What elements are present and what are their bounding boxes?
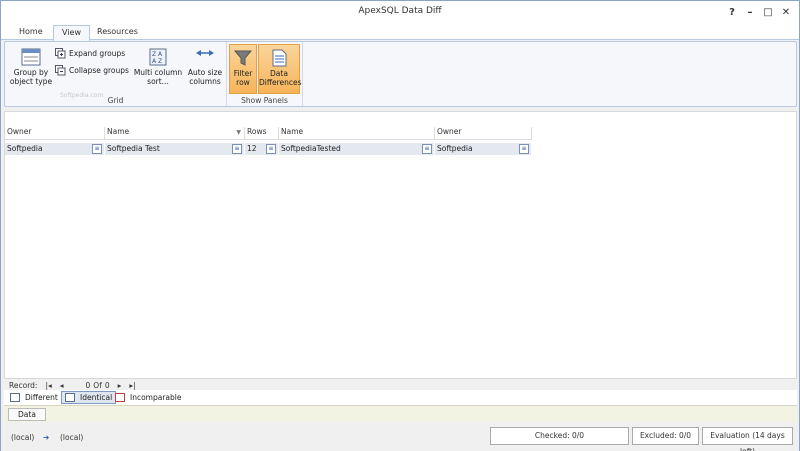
- filter-row-button[interactable]: Filter row: [229, 44, 257, 94]
- collapse-groups-label: Collapse groups: [69, 65, 129, 75]
- record-label: Record:: [9, 380, 38, 390]
- cell-target-name[interactable]: SoftpediaTested ≡: [279, 143, 434, 155]
- filter-tab-different[interactable]: Different: [7, 391, 61, 404]
- data-differences-button[interactable]: Data Differences: [258, 44, 302, 94]
- cell-target-owner[interactable]: Softpedia ≡: [435, 143, 531, 155]
- cell-lookup-icon[interactable]: ≡: [519, 144, 529, 154]
- results-grid: Owner Name ▼ Rows Name Owner Softpedia ≡…: [4, 111, 797, 379]
- first-record-button[interactable]: |◂: [45, 381, 51, 390]
- data-document-icon: [272, 49, 287, 67]
- filter-tab-different-label: Different: [25, 393, 58, 402]
- window-controls: ? – □ ✕: [723, 4, 795, 20]
- multi-column-sort-button[interactable]: Z A A Z Multi column sort...: [133, 44, 183, 94]
- column-header-owner[interactable]: Owner: [5, 127, 105, 139]
- arrow-right-icon: ➔: [43, 433, 50, 442]
- cell-lookup-icon[interactable]: ≡: [232, 144, 242, 154]
- cell-target-name-text: SoftpediaTested: [281, 144, 341, 153]
- tab-view[interactable]: View: [53, 25, 90, 41]
- show-panels-group-label: Show Panels: [241, 96, 288, 105]
- status-bar: (local) ➔ (local) Checked: 0/0 Excluded:…: [1, 423, 799, 451]
- record-total: 0: [104, 380, 110, 390]
- maximize-button[interactable]: □: [759, 4, 777, 20]
- filter-tab-identical-label: Identical: [80, 393, 113, 402]
- auto-size-label: Auto size columns: [187, 68, 223, 86]
- cell-name[interactable]: Softpedia Test ≡: [105, 143, 244, 155]
- group-by-label: Group by object type: [9, 68, 53, 86]
- collapse-groups-button[interactable]: Collapse groups: [55, 63, 129, 77]
- column-header-target-name[interactable]: Name: [279, 127, 435, 139]
- sort-down-icon: ▼: [236, 129, 241, 136]
- ribbon: Group by object type Expand groups Colla…: [4, 41, 797, 107]
- different-icon: [10, 393, 20, 402]
- checked-count: Checked: 0/0: [490, 427, 629, 445]
- cell-lookup-icon[interactable]: ≡: [266, 144, 276, 154]
- identical-icon: [65, 393, 75, 402]
- last-record-button[interactable]: ▸|: [129, 381, 135, 390]
- svg-text:A Z: A Z: [152, 58, 162, 65]
- minimize-button[interactable]: –: [741, 4, 759, 20]
- expand-groups-label: Expand groups: [69, 48, 126, 58]
- filter-row-label: Filter row: [233, 69, 253, 87]
- tab-home[interactable]: Home: [11, 25, 51, 40]
- funnel-icon: [233, 50, 253, 66]
- ribbon-tabs: Home View Resources: [1, 23, 799, 41]
- watermark-text: Softpedia.com: [60, 92, 104, 99]
- group-by-object-type-button[interactable]: Group by object type: [9, 44, 53, 94]
- evaluation-status: Evaluation (14 days left): [702, 427, 793, 451]
- column-header-rows[interactable]: Rows: [245, 127, 279, 139]
- sort-az-icon: Z A A Z: [149, 48, 167, 66]
- expand-groups-button[interactable]: Expand groups: [55, 46, 125, 60]
- data-differences-label: Data Differences: [259, 69, 302, 87]
- filter-tab-incomparable[interactable]: Incomparable: [112, 391, 184, 404]
- record-of-label: Of: [93, 380, 102, 390]
- prev-record-button[interactable]: ◂: [60, 381, 64, 390]
- cell-lookup-icon[interactable]: ≡: [92, 144, 102, 154]
- tab-resources[interactable]: Resources: [89, 25, 146, 40]
- svg-text:Z A: Z A: [152, 51, 163, 58]
- cell-owner-text: Softpedia: [7, 144, 43, 153]
- cell-target-owner-text: Softpedia: [437, 144, 473, 153]
- tab-data[interactable]: Data: [8, 408, 46, 421]
- group-by-icon: [21, 48, 41, 66]
- header-divider: [5, 139, 532, 140]
- cell-owner[interactable]: Softpedia ≡: [5, 143, 104, 155]
- window-title: ApexSQL Data Diff: [358, 6, 442, 16]
- ribbon-group-grid: Group by object type Expand groups Colla…: [5, 42, 227, 106]
- close-button[interactable]: ✕: [777, 4, 795, 20]
- cell-name-text: Softpedia Test: [107, 144, 160, 153]
- auto-size-icon: [196, 50, 214, 56]
- incomparable-icon: [115, 393, 125, 402]
- cell-lookup-icon[interactable]: ≡: [422, 144, 432, 154]
- collapse-icon: [55, 64, 66, 75]
- comparison-filter-tabs: Different Identical Incomparable: [4, 390, 797, 405]
- title-bar: ApexSQL Data Diff ? – □ ✕: [1, 1, 799, 23]
- grid-group-label: Grid: [107, 96, 124, 105]
- filter-tab-identical[interactable]: Identical: [61, 391, 117, 404]
- column-header-name[interactable]: Name ▼: [105, 127, 245, 139]
- expand-icon: [55, 47, 66, 58]
- cell-rows[interactable]: 12 ≡: [245, 143, 278, 155]
- source-server: (local): [11, 433, 35, 442]
- help-button[interactable]: ?: [723, 4, 741, 20]
- excluded-count: Excluded: 0/0: [632, 427, 699, 445]
- data-panel: Data: [4, 405, 797, 422]
- app-window: ApexSQL Data Diff ? – □ ✕ Home View Reso…: [0, 0, 800, 451]
- record-current[interactable]: 0: [86, 381, 91, 390]
- column-header-name-label: Name: [107, 127, 130, 136]
- next-record-button[interactable]: ▸: [118, 381, 122, 390]
- multi-sort-label: Multi column sort...: [133, 68, 183, 86]
- filter-tab-incomparable-label: Incomparable: [130, 393, 182, 402]
- ribbon-group-show-panels: Filter row Data Differences Show Panels: [227, 42, 303, 106]
- target-server: (local): [60, 433, 84, 442]
- auto-size-columns-button[interactable]: Auto size columns: [185, 44, 225, 94]
- column-header-target-owner[interactable]: Owner: [435, 127, 532, 139]
- cell-rows-text: 12: [247, 144, 257, 153]
